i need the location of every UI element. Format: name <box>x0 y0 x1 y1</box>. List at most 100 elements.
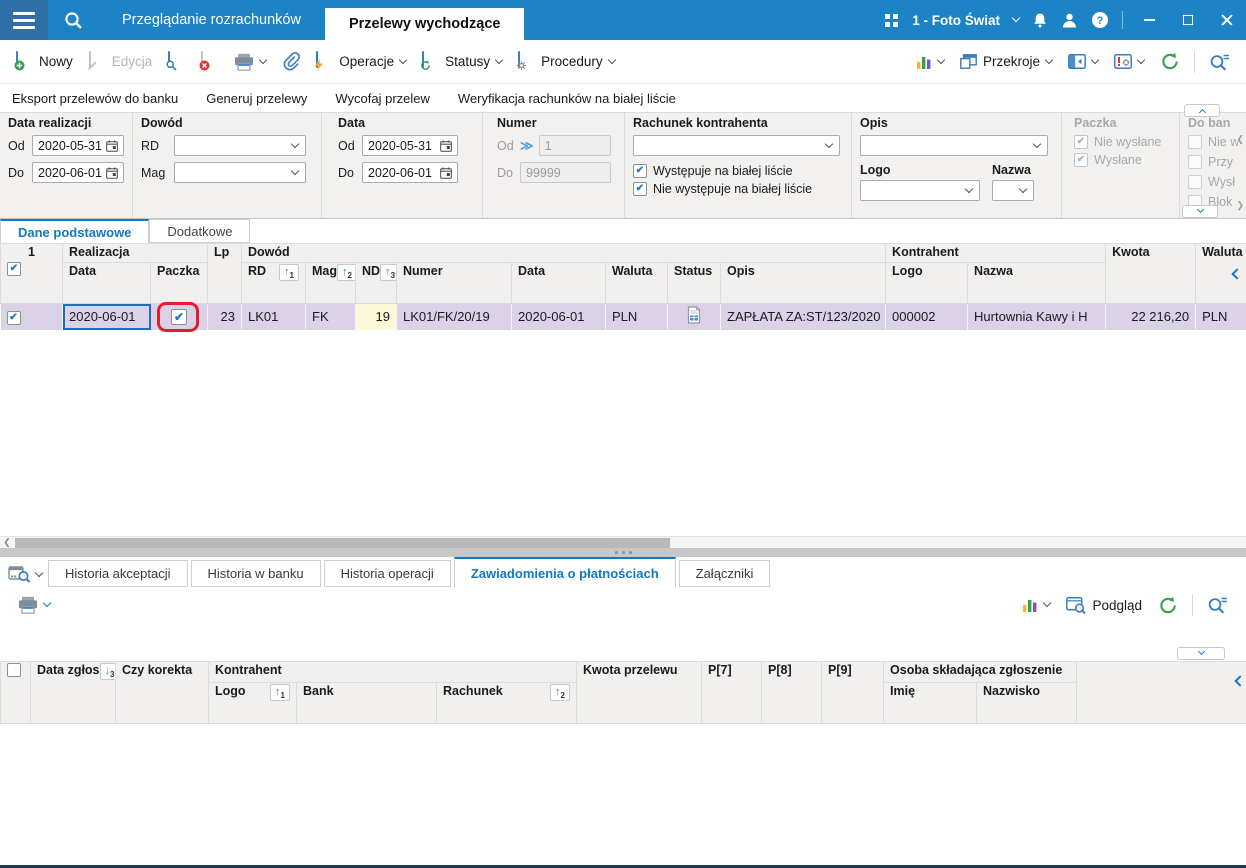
link-generuj-przelewy[interactable]: Generuj przelewy <box>206 91 307 106</box>
col-bank[interactable]: Bank <box>296 682 437 724</box>
col-kwota[interactable]: Kwota <box>1105 243 1197 304</box>
statuses-button[interactable]: Statusy <box>414 46 510 78</box>
sort-asc-icon[interactable]: ↑ 1 <box>270 684 290 701</box>
tab-zawiadomienia-o-platnosciach[interactable]: Zawiadomienia o płatnościach <box>453 557 676 587</box>
col-lp[interactable]: Lp <box>207 243 242 304</box>
cell-data-realizacji[interactable]: 2020-06-01 <box>62 303 151 330</box>
rachunek-kontrahenta-combo[interactable] <box>633 135 840 156</box>
col-czy-korekta[interactable]: Czy korekta <box>115 661 209 724</box>
col-data-realizacji[interactable]: Data <box>62 262 151 304</box>
sort-desc-icon[interactable]: ↓ 3 <box>99 663 115 680</box>
col-numer[interactable]: Numer <box>396 262 512 304</box>
col-status[interactable]: Status <box>667 262 721 304</box>
horizontal-scrollbar[interactable]: ❮ <box>0 536 1246 548</box>
advanced-search-button[interactable] <box>1201 46 1238 78</box>
calendar-icon[interactable] <box>106 139 118 152</box>
cell-status[interactable] <box>667 303 721 330</box>
link-wycofaj-przelew[interactable]: Wycofaj przelew <box>335 91 430 106</box>
global-search-button[interactable] <box>48 0 98 40</box>
tab-zalaczniki[interactable]: Załączniki <box>678 560 771 587</box>
numer-do-input[interactable]: 99999 <box>520 162 611 183</box>
close-button[interactable] <box>1214 6 1240 34</box>
window-tab-przelewy[interactable]: Przelewy wychodzące <box>324 8 525 40</box>
preview-record-button[interactable] <box>160 46 193 78</box>
row-checkbox[interactable] <box>6 311 21 326</box>
new-button[interactable]: Nowy <box>8 46 81 78</box>
calendar-icon[interactable] <box>106 166 118 179</box>
col-mag[interactable]: Mag ↑ 2 <box>305 262 356 304</box>
bottom-select-all-header[interactable] <box>0 661 31 724</box>
delete-button[interactable] <box>193 46 226 78</box>
procedures-button[interactable]: Procedury <box>510 46 623 78</box>
tab-historia-operacji[interactable]: Historia operacji <box>323 560 451 587</box>
refresh-button[interactable] <box>1152 46 1188 78</box>
cell-waluta[interactable]: PLN <box>605 303 668 330</box>
scrollbar-left-arrow[interactable]: ❮ <box>0 537 14 548</box>
col-rachunek[interactable]: Rachunek ↑ 2 <box>435 682 578 724</box>
data-realizacji-do-input[interactable]: 2020-06-01 <box>32 162 124 183</box>
col-data[interactable]: Data <box>511 262 606 304</box>
hamburger-menu-button[interactable] <box>0 0 48 40</box>
cell-lp[interactable]: 23 <box>207 303 242 330</box>
data-realizacji-od-input[interactable]: 2020-05-31 <box>32 135 124 156</box>
bottom-advanced-search-button[interactable] <box>1199 589 1236 621</box>
bottom-print-button[interactable] <box>10 589 58 621</box>
print-chevron-down-icon[interactable] <box>259 55 268 64</box>
edit-button[interactable]: Edycja <box>81 46 161 78</box>
collapse-bottom-grid-button[interactable] <box>1177 647 1225 660</box>
sort-asc-icon[interactable]: ↑ 1 <box>279 264 299 281</box>
bottom-panel-search-button[interactable] <box>4 565 48 587</box>
paczka-wyslane-checkbox[interactable] <box>1074 153 1088 167</box>
data-do-input[interactable]: 2020-06-01 <box>362 162 458 183</box>
company-selector-label[interactable]: 1 - Foto Świat <box>912 13 1000 28</box>
sort-asc-icon[interactable]: ↑ 3 <box>380 264 396 281</box>
nazwa-combo[interactable] <box>992 180 1034 201</box>
panel-splitter[interactable] <box>0 548 1246 557</box>
col-nd[interactable]: ND ↑ 3 <box>355 262 397 304</box>
cell-rd[interactable]: LK01 <box>241 303 306 330</box>
scrollbar-thumb[interactable] <box>15 538 670 548</box>
maximize-button[interactable] <box>1175 6 1201 34</box>
preview-button[interactable]: Podgląd <box>1058 589 1150 621</box>
print-button[interactable] <box>226 46 274 78</box>
bottom-select-all-checkbox[interactable] <box>7 663 21 677</box>
row-select-cell[interactable] <box>0 303 63 330</box>
select-all-checkbox[interactable] <box>7 262 21 276</box>
numer-od-input[interactable]: 1 <box>538 135 611 156</box>
bell-icon[interactable] <box>1032 12 1048 29</box>
do-banku-checkbox-3[interactable] <box>1188 175 1202 189</box>
cell-nd[interactable]: 19 <box>355 303 397 330</box>
col-rd[interactable]: RD ↑ 1 <box>241 262 306 304</box>
link-weryfikacja-rachunkow[interactable]: Weryfikacja rachunków na białej liście <box>458 91 676 106</box>
tab-dodatkowe[interactable]: Dodatkowe <box>149 219 251 243</box>
minimize-button[interactable] <box>1136 6 1162 34</box>
company-chevron-down-icon[interactable] <box>1011 13 1021 23</box>
bottom-chart-view-button[interactable] <box>1014 589 1058 621</box>
logo-combo[interactable] <box>860 180 980 201</box>
window-tab-rozrachunki[interactable]: Przeglądanie rozrachunków <box>98 0 325 40</box>
tab-historia-w-banku[interactable]: Historia w banku <box>190 560 321 587</box>
col-logo[interactable]: Logo <box>885 262 969 304</box>
chart-view-button[interactable] <box>908 46 952 78</box>
cell-nazwa[interactable]: Hurtownia Kawy i H <box>967 303 1107 330</box>
grid-scroll-left-indicator[interactable] <box>1231 268 1243 280</box>
sort-asc-icon[interactable]: ↑ 2 <box>337 264 355 281</box>
dowod-rd-combo[interactable] <box>174 135 306 156</box>
cell-logo[interactable]: 000002 <box>885 303 969 330</box>
col-paczka[interactable]: Paczka <box>150 262 208 304</box>
do-banku-checkbox-2[interactable] <box>1188 155 1202 169</box>
cell-numer[interactable]: LK01/FK/20/19 <box>396 303 512 330</box>
col-p9[interactable]: P[9] <box>821 661 885 724</box>
col-opis[interactable]: Opis <box>719 262 887 304</box>
wystepuje-na-bialej-liscie-checkbox[interactable] <box>633 164 647 178</box>
col-data-zglos[interactable]: Data zgłos ↓ 3 <box>30 661 116 724</box>
expand-filters-button[interactable] <box>1182 205 1218 218</box>
cell-waluta-2[interactable]: PLN <box>1195 303 1246 330</box>
dock-panel-button[interactable] <box>1060 46 1106 78</box>
user-icon[interactable] <box>1061 12 1078 29</box>
col-waluta[interactable]: Waluta <box>605 262 668 304</box>
collapse-filters-button[interactable] <box>1184 104 1220 117</box>
opis-combo[interactable] <box>860 135 1048 156</box>
table-row[interactable]: 2020-06-01 23 LK01 FK 19 LK01/FK/20/19 2… <box>0 303 1246 330</box>
filter-scroll-left-icon[interactable]: ❮ <box>1236 135 1244 144</box>
